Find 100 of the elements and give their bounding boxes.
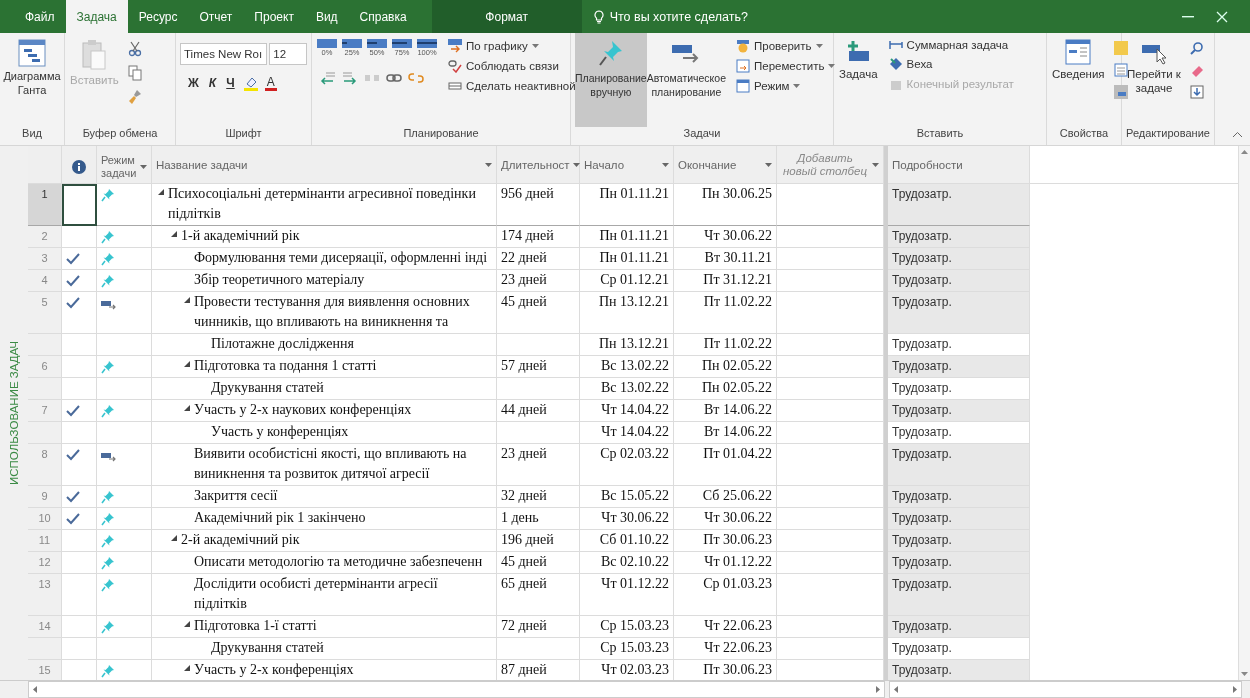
scroll-right-icon[interactable]: [1233, 686, 1237, 693]
tell-me-search[interactable]: Что вы хотите сделать?: [609, 9, 748, 24]
scheduling-mode-button[interactable]: Планирование вручную: [575, 33, 647, 127]
minimize-icon[interactable]: [1182, 15, 1194, 18]
row-header-cell[interactable]: 1: [28, 184, 62, 226]
column-header[interactable]: Длительност: [497, 146, 580, 184]
row-header-cell[interactable]: 9: [28, 486, 62, 508]
dropdown-arrow-icon[interactable]: [572, 162, 580, 167]
paintbrush-icon[interactable]: [127, 89, 142, 105]
ribbon-tab[interactable]: Ресурс: [127, 0, 189, 33]
horizontal-scrollbar[interactable]: [889, 681, 1242, 698]
row-header-cell[interactable]: 3: [28, 248, 62, 270]
details-icon[interactable]: [1113, 63, 1128, 77]
row-header-cell[interactable]: 7: [28, 400, 62, 422]
link-icon[interactable]: [386, 71, 402, 85]
search-icon[interactable]: [1190, 41, 1204, 55]
dropdown-arrow-icon[interactable]: [828, 64, 836, 68]
row-header-cell[interactable]: [28, 378, 62, 400]
collapse-ribbon-icon[interactable]: [1233, 132, 1242, 137]
command-button[interactable]: По графику: [466, 40, 528, 52]
command-button[interactable]: Суммарная задача: [906, 39, 1009, 51]
progress-bar-icon[interactable]: [342, 39, 362, 48]
row-header-cell[interactable]: 8: [28, 444, 62, 486]
row-header-cell[interactable]: [28, 334, 62, 356]
indicator-column-header[interactable]: [62, 146, 97, 184]
row-header-cell[interactable]: 15: [28, 660, 62, 680]
progress-bar-icon[interactable]: [417, 39, 437, 48]
horizontal-scrollbar[interactable]: [28, 681, 885, 698]
row-header-cell[interactable]: 11: [28, 530, 62, 552]
scroll-left-icon[interactable]: [33, 686, 37, 693]
dropdown-arrow-icon[interactable]: [815, 44, 823, 48]
dropdown-arrow-icon[interactable]: [872, 162, 879, 167]
row-header-cell[interactable]: 6: [28, 356, 62, 378]
column-header[interactable]: Режим задачи: [97, 146, 152, 184]
column-header[interactable]: Начало: [580, 146, 674, 184]
command-button[interactable]: Проверить: [754, 40, 812, 52]
underline-button[interactable]: Ч: [224, 76, 237, 90]
collapse-triangle-icon[interactable]: [158, 189, 164, 195]
font-size-field[interactable]: 12: [269, 43, 307, 65]
row-header-cell[interactable]: 12: [28, 552, 62, 574]
row-header-cell[interactable]: 2: [28, 226, 62, 248]
font-name-field[interactable]: Times New Roı: [180, 43, 268, 65]
add-column-header[interactable]: Добавить новый столбец: [777, 146, 884, 184]
collapse-triangle-icon[interactable]: [184, 361, 190, 367]
eraser-icon[interactable]: [1190, 63, 1204, 77]
dropdown-arrow-icon[interactable]: [662, 162, 669, 167]
outdent-arrow-icon[interactable]: [320, 71, 336, 85]
task-information-button[interactable]: Сведения: [1051, 65, 1106, 83]
dropdown-arrow-icon[interactable]: [140, 164, 147, 169]
close-icon[interactable]: [1216, 10, 1228, 23]
dropdown-arrow-icon[interactable]: [531, 44, 539, 48]
unlink-icon[interactable]: [408, 71, 424, 85]
collapse-triangle-icon[interactable]: [171, 535, 177, 541]
dropdown-arrow-icon[interactable]: [765, 162, 772, 167]
copy-icon[interactable]: [127, 65, 142, 81]
font-color-button[interactable]: А: [264, 75, 277, 91]
highlight-color-icon[interactable]: [242, 75, 259, 91]
bold-button[interactable]: Ж: [186, 76, 201, 90]
ribbon-tab[interactable]: Отчет: [188, 0, 244, 33]
row-header-cell[interactable]: 5: [28, 292, 62, 334]
row-header-cell[interactable]: 10: [28, 508, 62, 530]
vertical-scrollbar[interactable]: [1238, 146, 1250, 680]
command-button[interactable]: Сделать неактивной: [466, 80, 576, 92]
scroll-left-icon[interactable]: [894, 686, 898, 693]
scroll-to-task-button[interactable]: Перейти к задаче: [1126, 65, 1182, 97]
collapse-triangle-icon[interactable]: [171, 231, 177, 237]
dropdown-arrow-icon[interactable]: [485, 162, 492, 167]
italic-button[interactable]: К: [206, 76, 219, 90]
command-button[interactable]: Переместить: [754, 60, 825, 72]
select-all-cell[interactable]: [28, 146, 62, 184]
indent-arrow-icon[interactable]: [342, 71, 358, 85]
ribbon-tab[interactable]: Проект: [243, 0, 305, 33]
progress-bar-icon[interactable]: [367, 39, 387, 48]
scroll-up-icon[interactable]: [1241, 150, 1248, 154]
ribbon-tab[interactable]: Файл: [14, 0, 66, 33]
row-header-cell[interactable]: [28, 422, 62, 444]
collapse-triangle-icon[interactable]: [184, 297, 190, 303]
progress-bar-icon[interactable]: [392, 39, 412, 48]
gantt-chart-button[interactable]: Диаграмма Ганта: [2, 67, 62, 99]
command-button[interactable]: Соблюдать связи: [466, 60, 559, 72]
ribbon-tab[interactable]: Справка: [348, 0, 418, 33]
collapse-triangle-icon[interactable]: [184, 665, 190, 671]
row-header-cell[interactable]: 13: [28, 574, 62, 616]
row-header-cell[interactable]: 4: [28, 270, 62, 292]
column-header[interactable]: Название задачи: [152, 146, 497, 184]
dropdown-arrow-icon[interactable]: [793, 84, 801, 88]
ribbon-tab[interactable]: Задача: [65, 0, 128, 33]
scheduling-mode-button[interactable]: Автоматическое планирование: [646, 33, 726, 127]
column-header[interactable]: Окончание: [674, 146, 777, 184]
collapse-triangle-icon[interactable]: [184, 405, 190, 411]
insert-task-button[interactable]: Задача: [838, 65, 879, 83]
row-header-cell[interactable]: [28, 638, 62, 660]
fill-down-icon[interactable]: [1190, 85, 1204, 99]
command-button[interactable]: Веха: [906, 58, 933, 70]
scroll-down-icon[interactable]: [1241, 672, 1248, 676]
timeline-icon[interactable]: [1113, 85, 1128, 99]
row-header-cell[interactable]: 14: [28, 616, 62, 638]
collapse-triangle-icon[interactable]: [184, 621, 190, 627]
command-button[interactable]: Режим: [754, 80, 790, 92]
scroll-right-icon[interactable]: [876, 686, 880, 693]
